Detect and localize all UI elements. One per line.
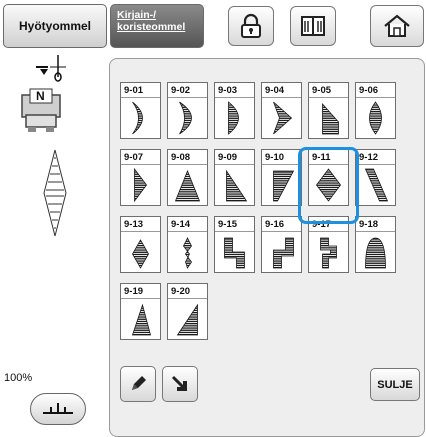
triangle-stitch-icon (174, 169, 201, 202)
stitch-cell-9-19[interactable]: 9-19 (120, 283, 161, 340)
set-button[interactable] (162, 366, 198, 402)
stitch-cell-9-20[interactable]: 9-20 (167, 283, 208, 340)
stitch-code-label: 9-02 (168, 83, 207, 98)
zigzag-block-stitch-icon (320, 237, 337, 269)
stitch-code-label: 9-18 (356, 217, 395, 232)
home-button[interactable] (370, 5, 424, 47)
stitch-code-label: 9-09 (215, 150, 254, 165)
crescent-thick-stitch-icon (179, 101, 192, 135)
stitch-code-label: 9-06 (356, 83, 395, 98)
stitch-code-label: 9-12 (356, 150, 395, 165)
manual-button[interactable] (290, 6, 336, 46)
lock-button[interactable] (228, 6, 274, 46)
right-triangle-stitch-icon (226, 169, 248, 202)
stitch-cell-9-03[interactable]: 9-03 (214, 82, 255, 139)
stitch-code-label: 9-20 (168, 284, 207, 299)
stitch-cell-9-07[interactable]: 9-07 (120, 149, 161, 206)
crescent-thin-stitch-icon (132, 101, 143, 135)
needle-position-icon (36, 55, 66, 82)
stitch-code-label: 9-04 (262, 83, 301, 98)
edit-button[interactable] (120, 366, 156, 402)
stitch-code-label: 9-13 (121, 217, 160, 232)
tab-utility-stitches[interactable]: Hyötyommel (3, 4, 107, 48)
tab-letters-line1: Kirjain-/ (117, 9, 157, 21)
stitch-cell-9-12[interactable]: 9-12 (355, 149, 396, 206)
zigzag-thin-stitch-icon (183, 237, 192, 269)
presser-foot-lever-icon (43, 403, 73, 414)
zoom-label: 100% (4, 372, 33, 384)
tab-letter-decorative-stitches[interactable]: Kirjain-/ koristeommel (110, 4, 204, 48)
stitch-cell-9-05[interactable]: 9-05 (308, 82, 349, 139)
stitch-code-label: 9-03 (215, 83, 254, 98)
slanted-band-stitch-icon (364, 168, 389, 202)
inverted-wedge-stitch-icon (273, 170, 295, 202)
stitch-cell-9-04[interactable]: 9-04 (261, 82, 302, 139)
close-button[interactable]: SULJE (370, 368, 420, 401)
home-icon (384, 14, 410, 37)
ramp-stitch-icon (176, 303, 198, 336)
slant-wedge-stitch-icon (322, 102, 339, 135)
pencil-icon (132, 376, 146, 390)
step-down-stitch-icon (224, 237, 245, 269)
tab-letters-line2: koristeommel (117, 21, 186, 33)
stitch-code-label: 9-08 (168, 150, 207, 165)
stitch-code-label: 9-05 (309, 83, 348, 98)
stitch-code-label: 9-15 (215, 217, 254, 232)
stitch-cell-9-14[interactable]: 9-14 (167, 216, 208, 273)
stitch-code-label: 9-01 (121, 83, 160, 98)
stitch-preview-icon (43, 149, 67, 237)
presser-foot-letter: N (36, 89, 45, 103)
stitch-cell-9-06[interactable]: 9-06 (355, 82, 396, 139)
step-up-stitch-icon (273, 237, 294, 269)
sewing-mode-button[interactable] (30, 393, 86, 425)
small-diamond-stitch-icon (132, 239, 149, 269)
stitch-code-label: 9-16 (262, 217, 301, 232)
chevron-stitch-icon (273, 101, 293, 135)
stitch-cell-9-09[interactable]: 9-09 (214, 149, 255, 206)
stitch-cell-9-10[interactable]: 9-10 (261, 149, 302, 206)
stitch-cell-9-02[interactable]: 9-02 (167, 82, 208, 139)
stitch-cell-9-15[interactable]: 9-15 (214, 216, 255, 273)
arrow-down-right-icon (171, 375, 187, 391)
arrow-right-stitch-icon (134, 167, 147, 203)
dome-stitch-icon (365, 237, 386, 269)
tab-utility-label: Hyötyommel (18, 19, 92, 33)
stitch-cell-9-17[interactable]: 9-17 (308, 216, 349, 273)
stitch-cell-9-18[interactable]: 9-18 (355, 216, 396, 273)
stitch-cell-9-16[interactable]: 9-16 (261, 216, 302, 273)
stitch-code-label: 9-14 (168, 217, 207, 232)
half-oval-stitch-icon (228, 101, 239, 135)
stitch-code-label: 9-19 (121, 284, 160, 299)
stitch-cell-9-08[interactable]: 9-08 (167, 149, 208, 206)
tall-triangle-stitch-icon (131, 303, 152, 336)
stitch-cell-9-13[interactable]: 9-13 (120, 216, 161, 273)
stitch-cell-9-01[interactable]: 9-01 (120, 82, 161, 139)
stitch-code-label: 9-10 (262, 150, 301, 165)
oval-stitch-icon (369, 101, 382, 135)
close-label: SULJE (377, 378, 413, 391)
selection-highlight (298, 147, 359, 224)
stitch-code-label: 9-07 (121, 150, 160, 165)
book-icon (301, 16, 325, 36)
padlock-icon (241, 13, 261, 38)
